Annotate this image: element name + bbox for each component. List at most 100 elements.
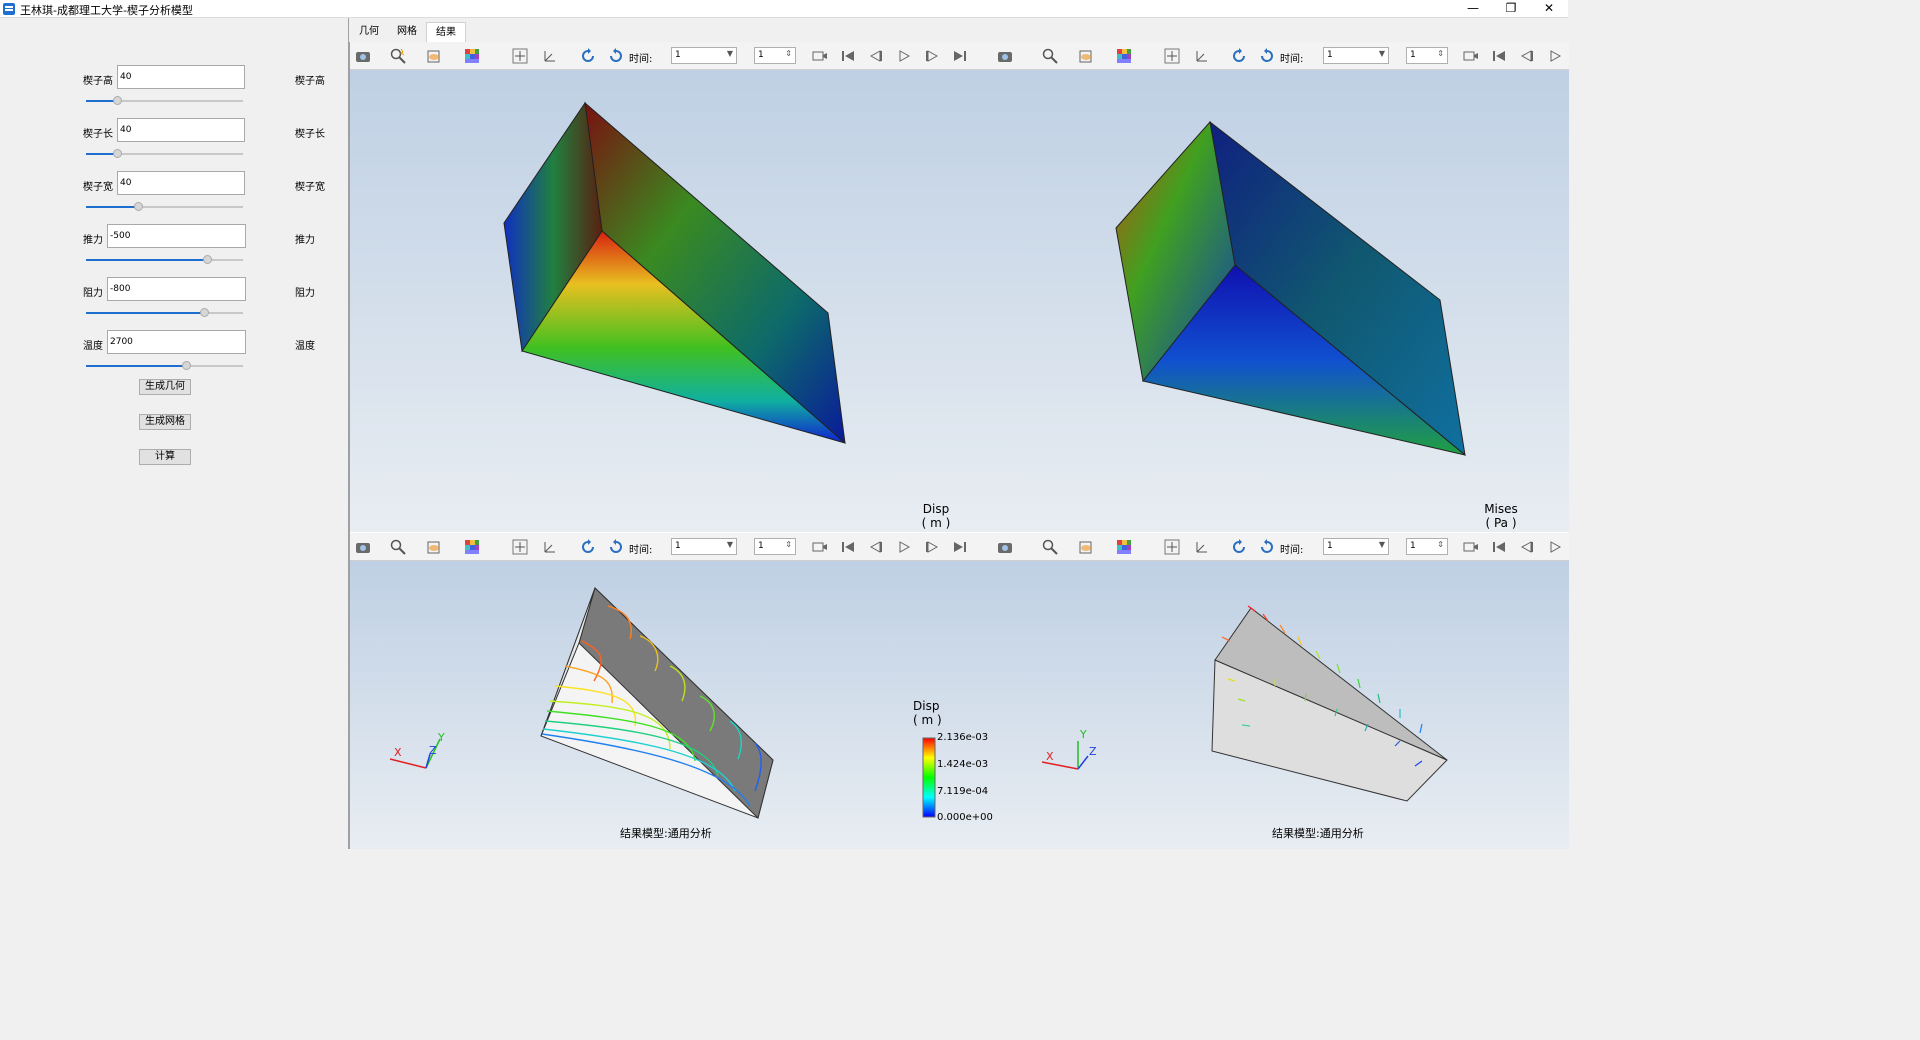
top-right-legend-unit: ( Pa ) [1485, 516, 1517, 530]
param-label-temperature: 温度 [83, 341, 103, 352]
resistance-input[interactable]: -800 [107, 277, 246, 301]
axes-icon[interactable] [1194, 539, 1210, 555]
thrust-slider[interactable] [86, 255, 243, 265]
step-spinbox[interactable]: 1 ⇕ [1406, 538, 1448, 555]
view-style-icon[interactable] [427, 539, 443, 555]
zoom-icon[interactable] [1042, 539, 1058, 555]
thrust-input[interactable]: -500 [107, 224, 246, 248]
view-style-icon[interactable] [427, 48, 443, 64]
window-title: 王林琪-成都理工大学-楔子分析模型 [20, 4, 193, 17]
compute-button[interactable]: 计算 [139, 449, 191, 465]
generate-mesh-button[interactable]: 生成网格 [139, 414, 191, 430]
app-icon [3, 3, 15, 15]
bottom-right-caption: 结果模型:通用分析 [1272, 827, 1364, 840]
axes-icon[interactable] [542, 539, 558, 555]
height-slider[interactable] [86, 96, 243, 106]
rotate-icon[interactable] [1231, 539, 1247, 555]
step-spinbox[interactable]: 1 ⇕ [1406, 47, 1448, 64]
length-input[interactable]: 40 [117, 118, 245, 142]
width-slider[interactable] [86, 202, 243, 212]
time-label: 时间: [1280, 54, 1304, 65]
time-label: 时间: [1280, 545, 1304, 556]
next-frame-icon[interactable] [924, 48, 940, 64]
camera-icon[interactable] [355, 48, 371, 64]
axes-icon[interactable] [1194, 48, 1210, 64]
rotate-icon[interactable] [580, 48, 596, 64]
width-input[interactable]: 40 [117, 171, 245, 195]
rotate-icon[interactable] [580, 539, 596, 555]
fit-view-icon[interactable] [512, 48, 528, 64]
temperature-slider[interactable] [86, 361, 243, 371]
axes-icon[interactable] [542, 48, 558, 64]
colormap-icon[interactable] [1116, 48, 1132, 64]
colormap-icon[interactable] [464, 539, 480, 555]
step-spinbox[interactable]: 1 ⇕ [754, 538, 796, 555]
top-viewport[interactable]: Disp ( m ) Mises ( Pa ) [350, 70, 1569, 532]
colormap-icon[interactable] [1116, 539, 1132, 555]
param-label-thrust-right: 推力 [295, 235, 315, 246]
last-frame-icon[interactable] [952, 539, 968, 555]
legend-tick-2: 1.424e-03 [937, 759, 989, 770]
time-select[interactable]: 1 ▼ [671, 47, 737, 64]
time-select[interactable]: 1 ▼ [1323, 47, 1389, 64]
reset-rotate-icon[interactable] [1259, 539, 1275, 555]
bottom-toolbar: 时间: 1 ▼ 1 ⇕ 时间: 1 ▼ 1 ⇕ [350, 533, 1569, 561]
resistance-slider[interactable] [86, 308, 243, 318]
fit-view-icon[interactable] [512, 539, 528, 555]
zoom-icon[interactable] [390, 539, 406, 555]
record-icon[interactable] [1463, 48, 1479, 64]
record-icon[interactable] [812, 48, 828, 64]
zoom-icon[interactable] [1042, 48, 1058, 64]
first-frame-icon[interactable] [1491, 539, 1507, 555]
temperature-input[interactable]: 2700 [107, 330, 246, 354]
time-select[interactable]: 1 ▼ [1323, 538, 1389, 555]
camera-icon[interactable] [997, 539, 1013, 555]
tab-geometry[interactable]: 几何 [350, 22, 388, 42]
minimize-button[interactable]: — [1454, 0, 1492, 18]
prev-frame-icon[interactable] [868, 539, 884, 555]
prev-frame-icon[interactable] [1519, 539, 1535, 555]
step-spinbox[interactable]: 1 ⇕ [754, 47, 796, 64]
tab-results[interactable]: 结果 [426, 22, 466, 42]
close-button[interactable]: ✕ [1530, 0, 1568, 18]
prev-frame-icon[interactable] [1519, 48, 1535, 64]
top-left-legend-title: Disp [922, 502, 950, 516]
next-frame-icon[interactable] [924, 539, 940, 555]
param-label-temperature-right: 温度 [295, 341, 315, 352]
title-bar: 王林琪-成都理工大学-楔子分析模型 — ❐ ✕ [0, 0, 1568, 18]
play-icon[interactable] [1547, 48, 1563, 64]
reset-rotate-icon[interactable] [1259, 48, 1275, 64]
camera-icon[interactable] [997, 48, 1013, 64]
fit-view-icon[interactable] [1164, 48, 1180, 64]
tab-mesh[interactable]: 网格 [388, 22, 426, 42]
record-icon[interactable] [812, 539, 828, 555]
play-icon[interactable] [1547, 539, 1563, 555]
maximize-button[interactable]: ❐ [1492, 0, 1530, 18]
zoom-icon[interactable] [390, 48, 406, 64]
fit-view-icon[interactable] [1164, 539, 1180, 555]
param-label-height: 楔子高 [83, 76, 113, 87]
bottom-viewport[interactable]: X Y Z X Y Z Disp ( m ) 2.136e-03 1.424e-… [350, 561, 1569, 849]
generate-geometry-button[interactable]: 生成几何 [139, 379, 191, 395]
prev-frame-icon[interactable] [868, 48, 884, 64]
view-style-icon[interactable] [1079, 539, 1095, 555]
rotate-icon[interactable] [1231, 48, 1247, 64]
height-input[interactable]: 40 [117, 65, 245, 89]
record-icon[interactable] [1463, 539, 1479, 555]
last-frame-icon[interactable] [952, 48, 968, 64]
length-slider[interactable] [86, 149, 243, 159]
play-icon[interactable] [896, 539, 912, 555]
play-icon[interactable] [896, 48, 912, 64]
camera-icon[interactable] [355, 539, 371, 555]
reset-rotate-icon[interactable] [608, 48, 624, 64]
view-style-icon[interactable] [1079, 48, 1095, 64]
time-select[interactable]: 1 ▼ [671, 538, 737, 555]
colormap-icon[interactable] [464, 48, 480, 64]
reset-rotate-icon[interactable] [608, 539, 624, 555]
first-frame-icon[interactable] [1491, 48, 1507, 64]
top-right-legend-title: Mises [1484, 502, 1518, 516]
first-frame-icon[interactable] [840, 539, 856, 555]
z-axis-line [1077, 755, 1089, 770]
x-axis-line [1041, 761, 1079, 770]
first-frame-icon[interactable] [840, 48, 856, 64]
